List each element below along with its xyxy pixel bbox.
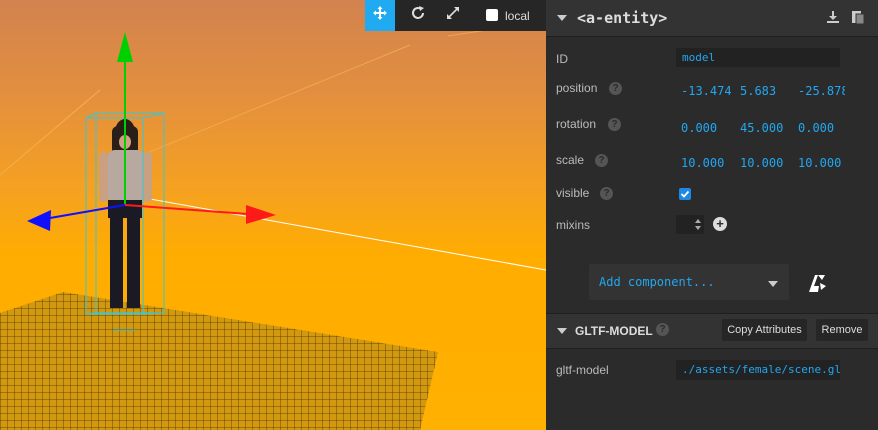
checkmark-icon [680, 190, 690, 198]
visible-label: visible [556, 186, 590, 200]
position-z-input[interactable]: -25.878 [798, 84, 845, 98]
entity-header[interactable]: <a-entity> [546, 0, 878, 37]
scale-label: scale [556, 153, 585, 167]
transform-toolbar: local [365, 0, 546, 31]
scale-x-input[interactable]: 10.000 [681, 156, 733, 170]
scene-canvas[interactable] [0, 0, 546, 430]
entity-title: <a-entity> [577, 9, 668, 27]
id-input[interactable]: model [676, 48, 840, 67]
remove-component-button[interactable]: Remove [816, 319, 868, 341]
help-icon[interactable]: ? [595, 154, 608, 167]
inspector-panel: <a-entity> ID model position ? -13.474 5… [546, 0, 878, 430]
ground-grid-lines [0, 292, 438, 430]
mixins-label: mixins [556, 218, 591, 232]
position-label: position [556, 81, 598, 95]
help-icon[interactable]: ? [656, 323, 669, 336]
scale-z-input[interactable]: 10.000 [798, 156, 850, 170]
component-header[interactable]: GLTF-MODEL ? Copy Attributes Remove [546, 313, 878, 349]
expand-icon [445, 5, 461, 26]
dropdown-caret-icon [768, 281, 778, 287]
rotation-z-input[interactable]: 0.000 [798, 121, 850, 135]
help-icon[interactable]: ? [609, 82, 622, 95]
rotate-icon [410, 5, 426, 26]
gltf-model-input[interactable]: ./assets/female/scene.gltf [676, 360, 840, 380]
component-title: GLTF-MODEL [575, 324, 653, 338]
help-icon[interactable]: ? [600, 187, 613, 200]
rotation-label: rotation [556, 117, 597, 131]
copy-clipboard-icon[interactable] [850, 9, 866, 28]
copy-attributes-button[interactable]: Copy Attributes [722, 319, 807, 341]
rotation-x-input[interactable]: 0.000 [681, 121, 733, 135]
3d-viewport[interactable]: local [0, 0, 546, 430]
select-arrows-icon [695, 219, 701, 230]
aframe-logo-icon[interactable] [806, 272, 828, 297]
scale-button[interactable] [438, 0, 468, 31]
scene-line [129, 44, 411, 161]
add-mixin-icon[interactable]: + [713, 217, 727, 231]
local-label: local [505, 9, 530, 23]
move-arrows-icon [372, 5, 388, 26]
collapse-caret-icon[interactable] [557, 328, 567, 334]
collapse-caret-icon[interactable] [557, 15, 567, 21]
visible-checkbox[interactable] [679, 188, 691, 200]
id-label: ID [556, 52, 568, 66]
z-axis-arrow[interactable] [27, 210, 51, 231]
local-checkbox[interactable] [486, 9, 498, 21]
help-icon[interactable]: ? [608, 118, 621, 131]
download-icon[interactable] [826, 10, 840, 27]
position-x-input[interactable]: -13.474 [681, 84, 733, 98]
y-axis-arrow[interactable] [117, 32, 133, 62]
scene-line [0, 89, 101, 176]
rotation-y-input[interactable]: 45.000 [740, 121, 792, 135]
scale-y-input[interactable]: 10.000 [740, 156, 792, 170]
translate-button[interactable] [365, 0, 395, 31]
scene-line [99, 189, 546, 271]
gltf-model-label: gltf-model [556, 363, 609, 377]
mixins-select[interactable] [676, 215, 704, 234]
transform-gizmo[interactable] [27, 32, 276, 231]
add-component-placeholder: Add component... [599, 275, 715, 289]
rotate-button[interactable] [403, 0, 433, 31]
add-component-select[interactable]: Add component... [589, 264, 789, 300]
position-y-input[interactable]: 5.683 [740, 84, 792, 98]
